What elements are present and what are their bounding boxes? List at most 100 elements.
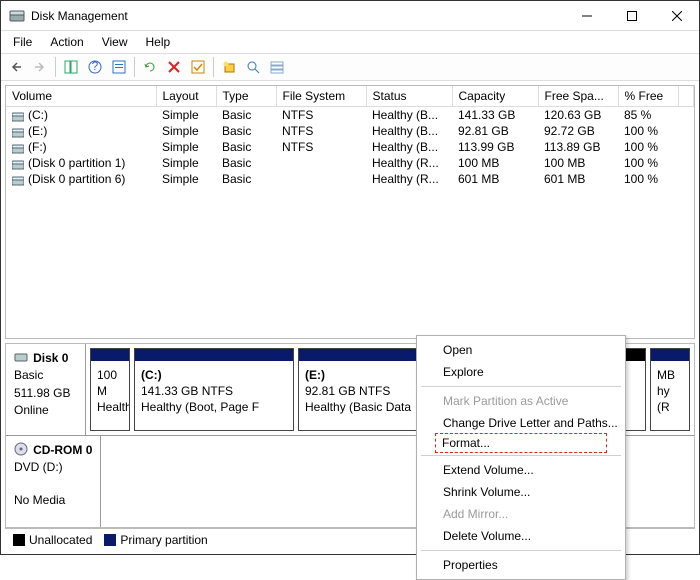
volume-name: (Disk 0 partition 6) xyxy=(28,172,125,186)
menu-extend[interactable]: Extend Volume... xyxy=(419,459,623,481)
window-title: Disk Management xyxy=(31,9,564,23)
find-icon[interactable] xyxy=(242,56,264,78)
table-row[interactable]: (F:)SimpleBasicNTFSHealthy (B...113.99 G… xyxy=(6,139,694,155)
partition-size: MB xyxy=(657,368,675,382)
partition-status: Health xyxy=(97,400,129,414)
col-freespace[interactable]: Free Spa... xyxy=(538,86,618,107)
partition-body: 100 MHealth xyxy=(91,361,129,422)
cell-capacity: 601 MB xyxy=(452,171,538,187)
col-pctfree[interactable]: % Free xyxy=(618,86,678,107)
cell-capacity: 141.33 GB xyxy=(452,107,538,124)
maximize-button[interactable] xyxy=(609,1,654,30)
menu-mark-active: Mark Partition as Active xyxy=(419,390,623,412)
settings-icon[interactable] xyxy=(108,56,130,78)
volume-icon xyxy=(12,111,24,121)
cell-layout: Simple xyxy=(156,139,216,155)
toolbar-separator xyxy=(55,57,56,77)
menu-explore[interactable]: Explore xyxy=(419,361,623,383)
disk-icon xyxy=(14,350,28,364)
volume-name: (C:) xyxy=(28,108,48,122)
partition[interactable]: MB hy (R xyxy=(650,348,690,431)
disk-type: Basic xyxy=(14,368,43,382)
col-layout[interactable]: Layout xyxy=(156,86,216,107)
cell-free: 113.89 GB xyxy=(538,139,618,155)
menu-open[interactable]: Open xyxy=(419,339,623,361)
menu-help[interactable]: Help xyxy=(138,33,179,51)
volume-icon xyxy=(12,159,24,169)
cell-pct: 100 % xyxy=(618,123,678,139)
cell-capacity: 92.81 GB xyxy=(452,123,538,139)
partition-status: hy (R xyxy=(657,384,670,414)
partition-body: MB hy (R xyxy=(651,361,689,422)
table-row[interactable]: (Disk 0 partition 6)SimpleBasicHealthy (… xyxy=(6,171,694,187)
show-hide-tree-icon[interactable] xyxy=(60,56,82,78)
cell-free: 120.63 GB xyxy=(538,107,618,124)
partition-size: 141.33 GB NTFS xyxy=(141,384,233,398)
cell-status: Healthy (R... xyxy=(366,155,452,171)
cell-pct: 100 % xyxy=(618,139,678,155)
cell-status: Healthy (B... xyxy=(366,107,452,124)
menu-format[interactable]: Format... xyxy=(442,436,600,450)
cell-type: Basic xyxy=(216,171,276,187)
col-filesystem[interactable]: File System xyxy=(276,86,366,107)
partition-header xyxy=(91,349,129,361)
partition[interactable]: (E:)92.81 GB NTFSHealthy (Basic Data xyxy=(298,348,428,431)
menu-file[interactable]: File xyxy=(5,33,40,51)
volume-list-panel: Volume Layout Type File System Status Ca… xyxy=(5,85,695,339)
menu-view[interactable]: View xyxy=(94,33,136,51)
volume-icon xyxy=(12,143,24,153)
help-icon[interactable]: ? xyxy=(84,56,106,78)
partition-body: (E:)92.81 GB NTFSHealthy (Basic Data xyxy=(299,361,427,422)
cell-layout: Simple xyxy=(156,171,216,187)
cdrom-label[interactable]: CD-ROM 0 DVD (D:) No Media xyxy=(6,436,101,527)
cdrom-drive: DVD (D:) xyxy=(14,460,63,474)
refresh-icon[interactable] xyxy=(139,56,161,78)
cell-free: 601 MB xyxy=(538,171,618,187)
col-capacity[interactable]: Capacity xyxy=(452,86,538,107)
menu-separator xyxy=(421,386,621,387)
partition-status: Healthy (Basic Data xyxy=(305,400,411,414)
back-button[interactable] xyxy=(5,56,27,78)
cell-status: Healthy (B... xyxy=(366,139,452,155)
cell-free: 92.72 GB xyxy=(538,123,618,139)
forward-button[interactable] xyxy=(29,56,51,78)
disk-state: Online xyxy=(14,403,49,417)
menu-shrink[interactable]: Shrink Volume... xyxy=(419,481,623,503)
check-icon[interactable] xyxy=(187,56,209,78)
menu-action[interactable]: Action xyxy=(42,33,91,51)
cell-free: 100 MB xyxy=(538,155,618,171)
table-row[interactable]: (C:)SimpleBasicNTFSHealthy (B...141.33 G… xyxy=(6,107,694,124)
cdrom-icon xyxy=(14,442,28,456)
table-row[interactable]: (E:)SimpleBasicNTFSHealthy (B...92.81 GB… xyxy=(6,123,694,139)
menu-delete[interactable]: Delete Volume... xyxy=(419,525,623,547)
partition[interactable]: 100 MHealth xyxy=(90,348,130,431)
disk-size: 511.98 GB xyxy=(14,386,70,400)
partition-size: 92.81 GB NTFS xyxy=(305,384,390,398)
partition-header xyxy=(135,349,293,361)
context-menu: Open Explore Mark Partition as Active Ch… xyxy=(416,335,626,580)
new-icon[interactable] xyxy=(218,56,240,78)
table-row[interactable]: (Disk 0 partition 1)SimpleBasicHealthy (… xyxy=(6,155,694,171)
cell-layout: Simple xyxy=(156,155,216,171)
col-volume[interactable]: Volume xyxy=(6,86,156,107)
partition[interactable]: (C:)141.33 GB NTFSHealthy (Boot, Page F xyxy=(134,348,294,431)
menu-change-letter[interactable]: Change Drive Letter and Paths... xyxy=(419,412,623,434)
delete-icon[interactable] xyxy=(163,56,185,78)
close-button[interactable] xyxy=(654,1,699,30)
minimize-button[interactable] xyxy=(564,1,609,30)
disk-label[interactable]: Disk 0 Basic 511.98 GB Online xyxy=(6,344,86,435)
menu-properties[interactable]: Properties xyxy=(419,554,623,576)
volume-icon xyxy=(12,175,24,185)
volume-name: (F:) xyxy=(28,140,47,154)
list-icon[interactable] xyxy=(266,56,288,78)
col-type[interactable]: Type xyxy=(216,86,276,107)
legend-primary: Primary partition xyxy=(104,533,207,547)
cell-pct: 85 % xyxy=(618,107,678,124)
toolbar-separator xyxy=(134,57,135,77)
cdrom-name: CD-ROM 0 xyxy=(33,443,92,457)
col-status[interactable]: Status xyxy=(366,86,452,107)
legend-unallocated: Unallocated xyxy=(13,533,92,547)
disk-name: Disk 0 xyxy=(33,351,68,365)
cell-fs: NTFS xyxy=(276,139,366,155)
col-spacer xyxy=(678,86,694,107)
